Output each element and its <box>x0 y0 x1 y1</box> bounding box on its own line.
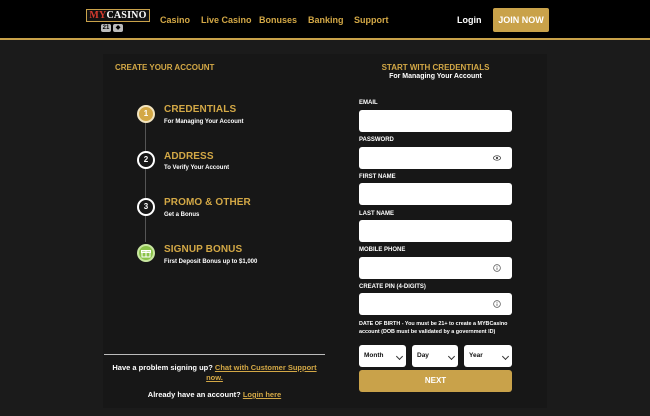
next-button[interactable]: NEXT <box>359 370 512 392</box>
chevron-down-icon <box>501 352 510 361</box>
mobile-phone-label: MOBILE PHONE <box>359 247 406 253</box>
info-icon[interactable] <box>493 300 501 308</box>
last-name-label: LAST NAME <box>359 211 394 217</box>
dob-day-select[interactable]: Day <box>412 345 458 367</box>
login-button[interactable]: Login <box>457 15 482 25</box>
first-name-input[interactable] <box>359 183 512 205</box>
already-account: Already have an account? Login here <box>104 390 325 399</box>
step-1-indicator: 1 <box>137 105 155 123</box>
step-2-subtitle: To Verify Your Account <box>164 165 230 171</box>
steps-connector <box>145 122 146 242</box>
age-badge-icon: 21 <box>101 24 111 32</box>
logo-wordmark: MYCASINO <box>86 9 150 22</box>
customer-support-link[interactable]: Chat with Customer Support now. <box>206 363 317 382</box>
dob-label-title: DATE OF BIRTH <box>359 321 401 327</box>
form-title: START WITH CREDENTIALS <box>381 63 490 72</box>
email-input[interactable] <box>359 110 512 132</box>
dob-month-select[interactable]: Month <box>359 345 406 367</box>
logo-badges: 21 ◆ <box>101 24 123 32</box>
eye-icon[interactable] <box>493 154 501 162</box>
step-4-title: SIGNUP BONUS <box>164 244 243 255</box>
step-2-title: ADDRESS <box>164 151 214 162</box>
pin-input[interactable] <box>359 293 512 315</box>
already-text: Already have an account? <box>147 390 241 399</box>
left-divider <box>104 354 325 355</box>
last-name-input[interactable] <box>359 220 512 242</box>
step-2-indicator: 2 <box>137 151 155 169</box>
step-3-title: PROMO & OTHER <box>164 197 251 208</box>
info-icon[interactable] <box>493 264 501 272</box>
site-logo[interactable]: MYCASINO 21 ◆ <box>86 9 150 33</box>
password-input[interactable] <box>359 147 512 169</box>
nav-live-casino[interactable]: Live Casino <box>201 15 252 25</box>
form-subtitle: For Managing Your Account <box>389 73 482 80</box>
step-3-subtitle: Get a Bonus <box>164 212 200 218</box>
chevron-down-icon <box>395 352 404 361</box>
nav-support[interactable]: Support <box>354 15 389 25</box>
license-badge-icon: ◆ <box>113 24 123 32</box>
email-label: EMAIL <box>359 100 378 106</box>
chevron-down-icon <box>447 352 456 361</box>
nav-banking[interactable]: Banking <box>308 15 344 25</box>
signup-help: Have a problem signing up? Chat with Cus… <box>104 363 325 383</box>
mobile-phone-input[interactable] <box>359 257 512 279</box>
step-1-subtitle: For Managing Your Account <box>164 119 244 125</box>
dob-label: DATE OF BIRTH - You must be 21+ to creat… <box>359 320 515 336</box>
step-4-subtitle: First Deposit Bonus up to $1,000 <box>164 259 258 265</box>
join-now-button[interactable]: JOIN NOW <box>493 8 549 32</box>
nav-casino[interactable]: Casino <box>160 15 190 25</box>
pin-label: CREATE PIN (4-DIGITS) <box>359 284 426 290</box>
help-text: Have a problem signing up? <box>112 363 213 372</box>
first-name-label: FIRST NAME <box>359 174 396 180</box>
step-1-title: CREDENTIALS <box>164 104 237 115</box>
dob-year-select[interactable]: Year <box>464 345 512 367</box>
gift-icon <box>137 244 155 262</box>
create-account-title: CREATE YOUR ACCOUNT <box>115 63 215 72</box>
login-here-link[interactable]: Login here <box>243 390 281 399</box>
nav-bonuses[interactable]: Bonuses <box>259 15 297 25</box>
password-label: PASSWORD <box>359 137 394 143</box>
step-3-indicator: 3 <box>137 198 155 216</box>
